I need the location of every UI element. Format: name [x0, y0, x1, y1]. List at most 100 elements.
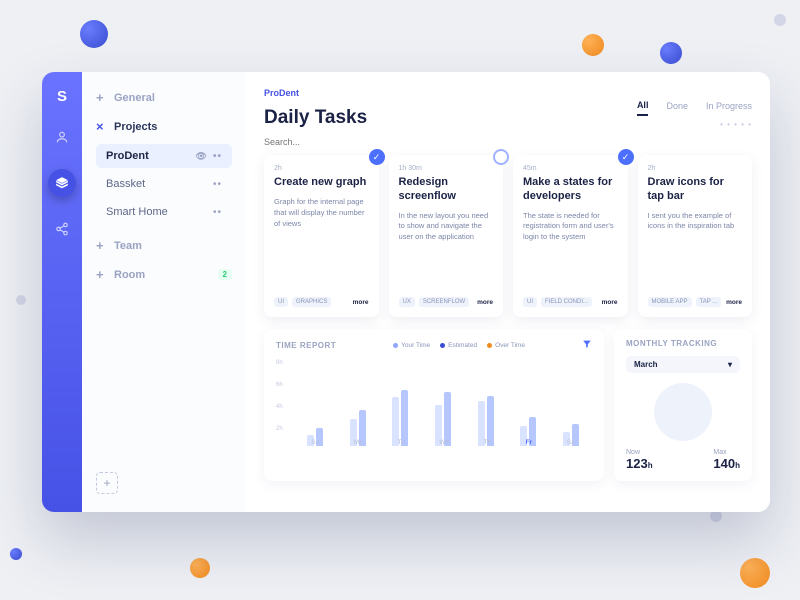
more-icon[interactable]: •• — [213, 179, 222, 190]
task-title: Create new graph — [274, 176, 369, 190]
monthly-tracking-panel: MONTHLY TRACKING March ▾ Now 123h Max 14… — [614, 329, 752, 481]
x-axis-label: Su — [311, 439, 319, 446]
user-icon[interactable] — [54, 129, 70, 145]
sidebar-group-label: Room — [114, 269, 145, 281]
sidebar-item-prodent[interactable]: ProDent 👁 •• — [96, 144, 232, 168]
sidebar-group-label: General — [114, 92, 155, 104]
sidebar-group-general[interactable]: + General — [96, 90, 232, 105]
tab-in-progress[interactable]: In Progress — [706, 101, 752, 115]
more-icon[interactable]: •• — [213, 207, 222, 218]
task-cards: ✓ 2h Create new graph Graph for the inte… — [264, 155, 752, 317]
main-content: ProDent Daily Tasks All Done In Progress… — [246, 72, 770, 512]
layers-icon[interactable] — [48, 169, 76, 197]
page-title: Daily Tasks — [264, 107, 367, 129]
status-done-icon: ✓ — [369, 149, 385, 165]
task-tag[interactable]: UX — [399, 297, 415, 307]
task-title: Draw icons for tap bar — [648, 176, 743, 204]
legend-item: Estimated — [440, 342, 477, 349]
breadcrumb: ProDent — [264, 88, 752, 98]
bar-group[interactable] — [392, 390, 408, 446]
panel-title: MONTHLY TRACKING — [626, 339, 740, 348]
donut-chart — [654, 383, 712, 441]
sidebar-group-label: Projects — [114, 121, 157, 133]
task-description: In the new layout you need to show and n… — [399, 211, 494, 298]
add-button[interactable]: + — [96, 472, 118, 494]
sidebar: + General × Projects ProDent 👁 •• Basske… — [82, 72, 246, 512]
eye-icon[interactable]: 👁 — [196, 151, 207, 162]
task-tag[interactable]: SCREENFLOW — [419, 297, 469, 307]
logo-icon: S — [57, 88, 67, 105]
x-axis-label: Th — [484, 439, 492, 446]
month-label: March — [634, 360, 658, 369]
x-axis-label: We — [439, 439, 449, 446]
task-tag[interactable]: UI — [274, 297, 288, 307]
nav-rail: S — [42, 72, 82, 512]
task-title: Redesign screenflow — [399, 176, 494, 204]
bar-group[interactable] — [435, 392, 451, 446]
task-card[interactable]: 2h Draw icons for tap bar I sent you the… — [638, 155, 753, 317]
count-badge: 2 — [218, 269, 232, 280]
task-description: I sent you the example of icons in the i… — [648, 211, 743, 298]
more-link[interactable]: more — [353, 299, 369, 306]
pagination-dots[interactable]: • • • • • — [637, 120, 752, 129]
decor-circle — [190, 558, 210, 578]
task-duration: 2h — [274, 165, 369, 172]
month-select[interactable]: March ▾ — [626, 356, 740, 373]
task-tag[interactable]: UI — [523, 297, 537, 307]
more-link[interactable]: more — [726, 299, 742, 306]
stat-value: 123h — [626, 456, 653, 471]
task-card[interactable]: ✓ 2h Create new graph Graph for the inte… — [264, 155, 379, 317]
chevron-down-icon: ▾ — [728, 360, 732, 369]
time-report-chart: 8h6h4h2h SuMoTuWeThFrSa — [276, 360, 592, 446]
sidebar-group-team[interactable]: + Team — [96, 238, 232, 253]
more-link[interactable]: more — [602, 299, 618, 306]
task-title: Make a states for developers — [523, 176, 618, 204]
sidebar-item-smart-home[interactable]: Smart Home •• — [96, 200, 232, 224]
stat-value: 140h — [713, 456, 740, 471]
decor-circle — [582, 34, 604, 56]
decor-circle — [740, 558, 770, 588]
decor-circle — [774, 14, 786, 26]
task-card[interactable]: ✓ 45m Make a states for developers The s… — [513, 155, 628, 317]
app-window: S + General × Projects ProDent — [42, 72, 770, 512]
status-done-icon: ✓ — [618, 149, 634, 165]
filter-tabs: All Done In Progress — [637, 100, 752, 116]
more-link[interactable]: more — [477, 299, 493, 306]
sidebar-group-room[interactable]: + Room 2 — [96, 267, 232, 282]
task-tag[interactable]: GRAPHICS — [292, 297, 331, 307]
tab-done[interactable]: Done — [666, 101, 688, 115]
x-axis-label: Fr — [526, 439, 533, 446]
more-icon[interactable]: •• — [213, 151, 222, 162]
decor-circle — [10, 548, 22, 560]
decor-circle — [660, 42, 682, 64]
chart-legend: Your Time Estimated Over Time — [393, 342, 525, 349]
task-card[interactable]: 1h 30m Redesign screenflow In the new la… — [389, 155, 504, 317]
sidebar-item-bassket[interactable]: Bassket •• — [96, 172, 232, 196]
sidebar-group-projects[interactable]: × Projects — [96, 119, 232, 134]
task-duration: 1h 30m — [399, 165, 494, 172]
plus-icon: + — [96, 267, 106, 282]
task-tag[interactable]: TAP ... — [696, 297, 722, 307]
x-axis-label: Mo — [354, 439, 363, 446]
plus-icon: + — [96, 238, 106, 253]
search-input[interactable] — [264, 137, 364, 147]
close-icon: × — [96, 119, 106, 134]
task-description: Graph for the internal page that will di… — [274, 197, 369, 297]
time-report-panel: TIME REPORT Your TimeEstimatedOver Time … — [264, 329, 604, 481]
share-icon[interactable] — [54, 221, 70, 237]
sidebar-item-label: Smart Home — [106, 206, 168, 218]
task-tag[interactable]: FIELD CONDI... — [541, 297, 592, 307]
tab-all[interactable]: All — [637, 100, 649, 116]
task-duration: 45m — [523, 165, 618, 172]
sidebar-group-label: Team — [114, 240, 142, 252]
stat-label: Max — [713, 449, 740, 456]
sidebar-item-label: Bassket — [106, 178, 145, 190]
plus-icon: + — [96, 90, 106, 105]
legend-item: Your Time — [393, 342, 430, 349]
decor-circle — [16, 295, 26, 305]
legend-item: Over Time — [487, 342, 525, 349]
task-tag[interactable]: MOBILE APP — [648, 297, 692, 307]
sidebar-item-label: ProDent — [106, 150, 149, 162]
filter-icon[interactable] — [582, 339, 592, 352]
decor-circle — [80, 20, 108, 48]
